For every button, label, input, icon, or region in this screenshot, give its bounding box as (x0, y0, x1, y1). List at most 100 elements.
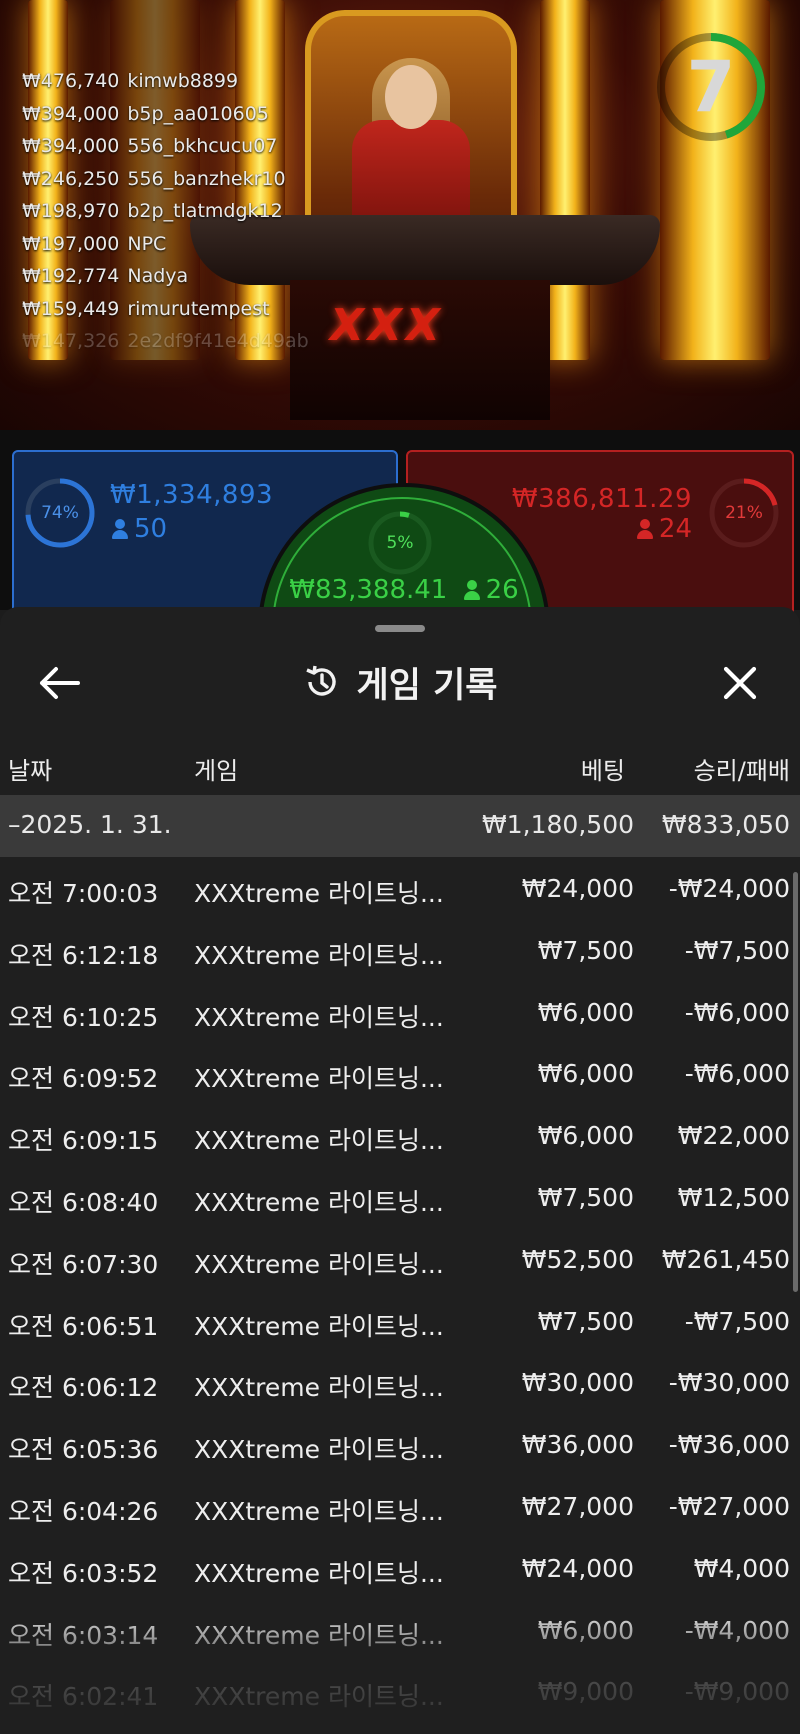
date-group-bet: ₩1,180,500 (482, 810, 634, 839)
row-bet: ₩7,500 (537, 1182, 634, 1212)
row-result: -₩9,000 (684, 1677, 790, 1707)
row-time: 오전 6:09:15 (8, 1126, 159, 1156)
history-rows: 오전 7:00:03 XXXtreme 라이트닝... ₩24,000 -₩24,00… (0, 857, 800, 1722)
history-row[interactable]: 오전 6:10:25 XXXtreme 라이트닝... ₩6,000 -₩6,000 (0, 981, 800, 1043)
history-row[interactable]: 오전 6:06:51 XXXtreme 라이트닝... ₩7,500 -₩7,500 (0, 1290, 800, 1352)
column-game: 게임 (194, 757, 239, 785)
leaderboard-user: kimwb8899 (127, 70, 239, 92)
leaderboard-user: 556_banzhekr10 (127, 167, 286, 190)
banker-percent: 21% (725, 503, 763, 523)
leaderboard-amount: ₩159,449 (22, 297, 120, 320)
leaderboard-row: ₩197,000 NPC (22, 233, 309, 266)
date-group-result: ₩833,050 (661, 810, 790, 839)
row-game: XXXtreme 라이트닝... (194, 940, 444, 970)
leaderboard-user: b2p_tlatmdgk12 (127, 200, 283, 222)
leaderboard-amount: ₩394,000 (22, 102, 120, 125)
player-percent: 74% (41, 503, 79, 523)
row-time: 오전 6:09:52 (8, 1064, 159, 1094)
leaderboard-amount: ₩147,326 (22, 330, 120, 352)
row-result: -₩30,000 (668, 1368, 790, 1398)
person-icon (463, 580, 480, 600)
row-bet: ₩9,000 (537, 1677, 634, 1707)
row-time: 오전 7:00:03 (8, 879, 159, 908)
row-game: XXXtreme 라이트닝... (194, 1002, 444, 1032)
banker-bettor-count: 24 (636, 514, 692, 544)
history-clock-icon (305, 665, 336, 696)
history-row[interactable]: 오전 6:04:26 XXXtreme 라이트닝... ₩27,000 -₩27,00… (0, 1475, 800, 1537)
row-game: XXXtreme 라이트닝... (194, 1620, 444, 1650)
date-group-row[interactable]: –2025. 1. 31. ₩1,180,500 ₩833,050 (0, 795, 800, 857)
leaderboard-user: Nadya (127, 265, 189, 287)
back-arrow-icon (40, 667, 80, 699)
row-bet: ₩7,500 (537, 935, 634, 965)
row-game: XXXtreme 라이트닝... (194, 1558, 444, 1588)
leaderboard-amount: ₩246,250 (22, 167, 120, 190)
row-bet: ₩30,000 (521, 1368, 634, 1398)
drag-handle[interactable] (375, 625, 425, 632)
leaderboard-user: 2e2df9f41e4d49ab (127, 330, 309, 352)
history-row[interactable]: 오전 6:02:41 XXXtreme 라이트닝... ₩9,000 -₩9,000 (0, 1660, 800, 1722)
history-row[interactable]: 오전 6:12:18 XXXtreme 라이트닝... ₩7,500 -₩7,500 (0, 919, 800, 981)
row-result: -₩24,000 (668, 874, 790, 903)
history-row[interactable]: 오전 6:09:52 XXXtreme 라이트닝... ₩6,000 -₩6,000 (0, 1042, 800, 1104)
history-row[interactable]: 오전 6:05:36 XXXtreme 라이트닝... ₩36,000 -₩36,00… (0, 1413, 800, 1475)
xxx-logo: XXX (330, 300, 444, 351)
history-row[interactable]: 오전 6:09:15 XXXtreme 라이트닝... ₩6,000 ₩22,000 (0, 1104, 800, 1166)
row-bet: ₩24,000 (521, 1553, 634, 1583)
close-icon (723, 666, 757, 700)
tie-bet-summary: ₩83,388.41 26 (262, 575, 546, 605)
row-time: 오전 6:06:12 (8, 1373, 159, 1403)
row-time: 오전 6:03:52 (8, 1558, 159, 1588)
player-bettor-count: 50 (112, 514, 167, 544)
leaderboard-user: NPC (127, 232, 167, 255)
history-row[interactable]: 오전 6:06:12 XXXtreme 라이트닝... ₩30,000 -₩30,00… (0, 1351, 800, 1413)
history-row[interactable]: 오전 7:00:03 XXXtreme 라이트닝... ₩24,000 -₩24,00… (0, 857, 800, 919)
back-button[interactable] (30, 660, 90, 706)
history-row[interactable]: 오전 6:07:30 XXXtreme 라이트닝... ₩52,500 ₩261,45… (0, 1228, 800, 1290)
row-time: 오전 6:05:36 (8, 1435, 159, 1465)
player-percent-ring: 74% (24, 477, 96, 549)
date-group-label: –2025. 1. 31. (8, 810, 172, 839)
banker-count-value: 24 (658, 514, 692, 544)
row-result: -₩7,500 (684, 935, 790, 965)
leaderboard-row: ₩394,000 556_bkhcucu07 (22, 135, 309, 168)
row-game: XXXtreme 라이트닝... (194, 1311, 444, 1341)
history-row[interactable]: 오전 6:03:14 XXXtreme 라이트닝... ₩6,000 -₩4,000 (0, 1599, 800, 1661)
row-result: ₩261,450 (661, 1244, 790, 1274)
leaderboard-row: ₩147,326 2e2df9f41e4d49ab (22, 330, 309, 363)
leaderboard-amount: ₩394,000 (22, 135, 120, 157)
history-row[interactable]: 오전 6:08:40 XXXtreme 라이트닝... ₩7,500 ₩12,500 (0, 1166, 800, 1228)
leaderboard-row: ₩192,774 Nadya (22, 265, 309, 298)
row-game: XXXtreme 라이트닝... (194, 1496, 444, 1526)
leaderboard-row: ₩394,000 b5p_aa010605 (22, 103, 309, 136)
row-result: -₩6,000 (684, 1059, 790, 1089)
row-bet: ₩6,000 (537, 1059, 634, 1089)
row-result: ₩22,000 (677, 1121, 790, 1151)
row-bet: ₩6,000 (537, 1615, 634, 1645)
row-result: -₩27,000 (668, 1491, 790, 1521)
row-bet: ₩27,000 (521, 1491, 634, 1521)
leaderboard-user: rimurutempest (127, 297, 270, 320)
leaderboard-row: ₩476,740 kimwb8899 (22, 70, 309, 103)
leaderboard-amount: ₩198,970 (22, 200, 120, 222)
player-count-value: 50 (134, 514, 168, 544)
row-game: XXXtreme 라이트닝... (194, 1373, 444, 1403)
scrollbar[interactable] (793, 872, 798, 1292)
timer-value: 7 (686, 46, 736, 128)
row-bet: ₩7,500 (537, 1306, 634, 1336)
column-result: 승리/패배 (693, 757, 790, 785)
sheet-title: 게임 기록 (0, 642, 800, 722)
row-result: -₩4,000 (684, 1615, 790, 1645)
leaderboard-amount: ₩197,000 (22, 232, 120, 255)
history-row[interactable]: 오전 6:03:52 XXXtreme 라이트닝... ₩24,000 ₩4,000 (0, 1537, 800, 1599)
close-button[interactable] (712, 660, 768, 706)
tie-percent: 5% (386, 533, 414, 553)
leaderboard-user: 556_bkhcucu07 (127, 135, 278, 157)
row-time: 오전 6:02:41 (8, 1682, 159, 1712)
player-bet-amount: ₩1,334,893 (110, 480, 274, 510)
row-result: ₩4,000 (693, 1553, 790, 1583)
column-bet: 베팅 (580, 757, 625, 785)
live-video-feed: XXX ₩476,740 kimwb8899 ₩394,000 b5p_aa01060… (0, 0, 800, 430)
row-time: 오전 6:10:25 (8, 1002, 159, 1032)
row-time: 오전 6:06:51 (8, 1311, 159, 1341)
